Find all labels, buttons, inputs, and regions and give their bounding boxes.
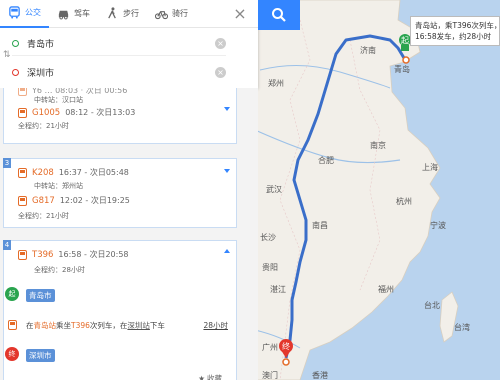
route-leg: G817 12:02 - 次日19:25 [18, 195, 130, 206]
route-index: 4 [3, 240, 11, 250]
tooltip-line-2: 16:58发车，约28小时 [415, 32, 492, 41]
tab-label: 步行 [123, 9, 139, 18]
tab-bike[interactable]: 骑行 [147, 0, 196, 28]
favorite-button[interactable]: ★ 收藏 [198, 373, 222, 380]
train-number: T396 [32, 249, 54, 260]
city-label: 济南 [360, 46, 376, 55]
land-mass [254, 0, 441, 380]
train-number: K208 [32, 167, 54, 178]
total-duration: 全程约：21小时 [18, 122, 69, 130]
end-station[interactable]: 深圳市 [26, 349, 55, 362]
mode-tabs: 公交 驾车 步行 骑行 [0, 0, 258, 28]
tooltip-line-1: 青岛站，乘T396次列车， [415, 21, 500, 30]
city-label: 湛江 [270, 285, 286, 294]
city-label: 宁波 [430, 221, 446, 230]
chevron-down-icon[interactable] [224, 107, 230, 111]
tab-label: 驾车 [74, 9, 90, 18]
city-label: 澳门 [262, 371, 278, 380]
train-number: G1005 [32, 107, 61, 118]
start-marker-label: 起 [401, 36, 409, 45]
route-leg: K208 16:37 - 次日05:48 [18, 167, 129, 178]
train-number: G817 [32, 195, 55, 206]
search-icon [272, 8, 286, 22]
route-card-expanded[interactable]: 4 T396 16:58 - 次日20:58 全程约：28小时 起 青岛市 在青… [3, 240, 237, 380]
transfer-station: 中转站：郑州站 [34, 182, 83, 190]
route-leg: T396 16:58 - 次日20:58 [18, 249, 129, 260]
city-label: 长沙 [260, 233, 276, 242]
tab-car[interactable]: 驾车 [49, 0, 98, 28]
route-card[interactable]: 3 K208 16:37 - 次日05:48 中转站：郑州站 G817 12:0… [3, 158, 237, 228]
step-duration[interactable]: 28小时 [203, 320, 228, 331]
tab-label: 骑行 [172, 9, 188, 18]
city-label: 广州 [262, 343, 278, 352]
city-label: 南昌 [312, 221, 328, 230]
star-icon: ★ [198, 374, 205, 380]
walk-icon [108, 7, 116, 19]
origin-input[interactable]: 青岛市 [27, 37, 215, 50]
city-label: 青岛 [394, 65, 410, 74]
destination-input[interactable]: 深圳市 [27, 66, 215, 79]
tab-label: 公交 [25, 8, 41, 17]
destination-dot-icon [12, 68, 19, 76]
car-icon [58, 10, 69, 20]
total-duration: 全程约：21小时 [18, 212, 69, 220]
total-duration: 全程约：28小时 [34, 266, 85, 274]
city-label: 福州 [378, 285, 394, 294]
start-station[interactable]: 青岛市 [26, 289, 55, 302]
chevron-down-icon[interactable] [224, 169, 230, 173]
train-time: 16:58 - 次日20:58 [58, 250, 129, 259]
city-label: 上海 [422, 163, 438, 172]
train-number[interactable]: T396 [71, 321, 90, 330]
route-panel: Y6 … 08:03 · 次日 00:56 中转站：汉口站 G1005 08:1… [0, 88, 258, 380]
city-label: 合肥 [318, 156, 334, 165]
step-instruction: 在青岛站乘坐T396次列车，在深圳站下车 [26, 321, 165, 330]
transfer-station: 中转站：汉口站 [34, 96, 83, 104]
city-label: 香港 [312, 371, 328, 380]
train-time: 16:37 - 次日05:48 [58, 168, 129, 177]
city-label: 郑州 [268, 79, 284, 88]
city-label: 南京 [370, 141, 386, 150]
chevron-up-icon[interactable] [224, 249, 230, 253]
city-label: 贵阳 [262, 263, 278, 272]
train-icon [8, 320, 17, 330]
bike-icon [155, 11, 168, 20]
taiwan-island [439, 291, 459, 343]
route-index: 3 [3, 158, 11, 168]
end-badge-icon: 终 [5, 347, 19, 361]
clear-origin-icon[interactable]: × [215, 38, 226, 49]
train-icon [18, 195, 27, 206]
train-icon [18, 167, 27, 178]
origin-dot-icon [12, 40, 19, 47]
end-marker-label: 终 [282, 342, 290, 351]
origin-field[interactable]: 青岛市 × [12, 32, 226, 56]
train-time: 12:02 - 次日19:25 [59, 196, 130, 205]
boarding-station[interactable]: 青岛站 [34, 321, 57, 330]
search-box: 公交 驾车 步行 骑行 × ⇅ 青岛市 × 深圳市 × [0, 0, 258, 88]
alighting-station[interactable]: 深圳站 [127, 321, 150, 330]
tab-bus[interactable]: 公交 [0, 0, 49, 28]
train-icon [18, 249, 27, 260]
bus-icon [9, 6, 20, 19]
city-label: 台湾 [454, 323, 470, 332]
clear-destination-icon[interactable]: × [215, 66, 226, 78]
tab-walk[interactable]: 步行 [98, 0, 147, 28]
city-label: 台北 [424, 301, 440, 310]
route-leg: G1005 08:12 - 次日13:03 [18, 107, 135, 118]
swap-arrows-icon[interactable]: ⇅ [3, 50, 11, 60]
city-label: 杭州 [396, 197, 412, 206]
destination-field[interactable]: 深圳市 × [12, 60, 226, 84]
start-badge-icon: 起 [5, 287, 19, 301]
favorite-label: 收藏 [207, 374, 222, 380]
route-card[interactable]: Y6 … 08:03 · 次日 00:56 中转站：汉口站 G1005 08:1… [3, 88, 237, 144]
train-time: 08:12 - 次日13:03 [65, 108, 136, 117]
city-label: 武汉 [266, 185, 282, 194]
search-button[interactable] [258, 0, 300, 30]
train-icon [18, 88, 27, 96]
train-icon [18, 107, 27, 118]
close-icon[interactable]: × [232, 6, 248, 22]
route-tooltip: 青岛站，乘T396次列车， 16:58发车，约28小时 [410, 16, 500, 46]
